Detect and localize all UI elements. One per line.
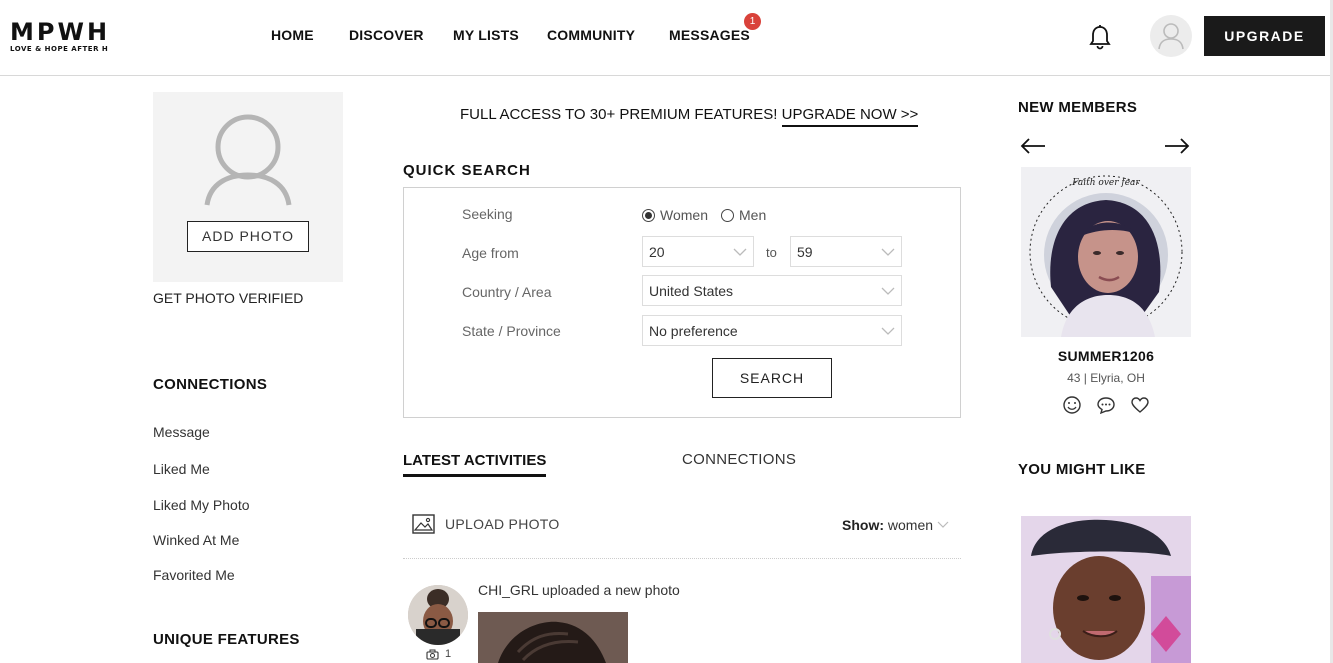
tab-latest-activities[interactable]: LATEST ACTIVITIES xyxy=(403,452,547,477)
seeking-label: Seeking xyxy=(462,206,513,222)
arrow-right-icon[interactable] xyxy=(1164,136,1190,161)
radio-men[interactable]: Men xyxy=(721,207,766,223)
nav-messages[interactable]: MESSAGES xyxy=(669,27,750,43)
search-button[interactable]: SEARCH xyxy=(712,358,832,398)
unique-features-heading: UNIQUE FEATURES xyxy=(153,631,300,648)
quick-search-heading: QUICK SEARCH xyxy=(403,162,531,179)
radio-women[interactable]: Women xyxy=(642,207,708,223)
arrow-left-icon[interactable] xyxy=(1020,136,1046,161)
quick-search-form: Seeking Women Men Age from 20 to 59 Coun… xyxy=(403,187,961,418)
logo-tagline: LOVE & HOPE AFTER H xyxy=(10,45,109,53)
age-from-select[interactable]: 20 xyxy=(642,236,754,267)
smile-icon[interactable] xyxy=(1062,395,1082,420)
radio-checked-icon xyxy=(642,208,655,222)
bell-icon[interactable] xyxy=(1088,24,1112,50)
chat-bubble-icon[interactable] xyxy=(1096,395,1116,420)
radio-men-label: Men xyxy=(739,207,767,223)
chevron-down-icon xyxy=(881,287,895,295)
nav-community[interactable]: COMMUNITY xyxy=(547,27,635,43)
chevron-down-icon xyxy=(937,521,949,528)
show-filter-dropdown[interactable]: Show: women xyxy=(842,517,949,533)
top-header: MPWH LOVE & HOPE AFTER H HOME DISCOVER M… xyxy=(0,0,1333,76)
show-value: women xyxy=(887,517,934,533)
messages-badge: 1 xyxy=(744,13,761,30)
country-select[interactable]: United States xyxy=(642,275,902,306)
chevron-down-icon xyxy=(881,327,895,335)
divider xyxy=(403,558,961,559)
tab-connections[interactable]: CONNECTIONS xyxy=(682,451,796,468)
activity-photo-count: 1 xyxy=(426,648,451,660)
logo[interactable]: MPWH LOVE & HOPE AFTER H xyxy=(10,20,110,53)
chevron-down-icon xyxy=(733,248,747,256)
state-value: No preference xyxy=(649,323,738,339)
camera-icon xyxy=(426,649,439,660)
connection-link-liked-me[interactable]: Liked Me xyxy=(153,461,210,477)
chevron-down-icon xyxy=(881,248,895,256)
nav-my-lists[interactable]: MY LISTS xyxy=(453,27,519,43)
promo-banner: FULL ACCESS TO 30+ PREMIUM FEATURES! UPG… xyxy=(460,106,919,127)
nav-home[interactable]: HOME xyxy=(271,27,314,43)
connections-heading: CONNECTIONS xyxy=(153,376,268,393)
nav-discover[interactable]: DISCOVER xyxy=(349,27,424,43)
activity-user-avatar[interactable] xyxy=(408,585,468,645)
state-label: State / Province xyxy=(462,323,561,339)
new-members-heading: NEW MEMBERS xyxy=(1018,99,1138,116)
connection-link-liked-my-photo[interactable]: Liked My Photo xyxy=(153,497,250,513)
upgrade-button[interactable]: UPGRADE xyxy=(1204,16,1325,56)
new-member-name[interactable]: SUMMER1206 xyxy=(1021,348,1191,364)
add-photo-button[interactable]: ADD PHOTO xyxy=(187,221,309,252)
age-to-value: 59 xyxy=(797,244,813,260)
member-actions xyxy=(1062,395,1150,420)
connection-link-winked-at-me[interactable]: Winked At Me xyxy=(153,532,239,548)
age-from-label: Age from xyxy=(462,245,519,261)
upload-photo-label: UPLOAD PHOTO xyxy=(445,516,560,532)
new-member-meta: 43 | Elyria, OH xyxy=(1067,371,1145,385)
promo-text: FULL ACCESS TO 30+ PREMIUM FEATURES! xyxy=(460,106,778,123)
radio-unchecked-icon xyxy=(721,208,734,222)
show-label: Show: xyxy=(842,517,884,533)
activity-photo[interactable] xyxy=(478,612,628,663)
connection-link-favorited-me[interactable]: Favorited Me xyxy=(153,567,235,583)
new-member-photo[interactable]: Faith over fear xyxy=(1021,167,1191,337)
you-might-like-heading: YOU MIGHT LIKE xyxy=(1018,461,1146,478)
photo-overlay-text: Faith over fear xyxy=(1071,178,1140,188)
age-to-select[interactable]: 59 xyxy=(790,236,902,267)
profile-photo-placeholder: ADD PHOTO xyxy=(153,92,343,282)
radio-women-label: Women xyxy=(660,207,708,223)
user-silhouette-icon xyxy=(204,114,292,206)
age-from-value: 20 xyxy=(649,244,665,260)
activity-text[interactable]: CHI_GRL uploaded a new photo xyxy=(478,582,680,598)
heart-icon[interactable] xyxy=(1130,395,1150,420)
state-select[interactable]: No preference xyxy=(642,315,902,346)
upload-photo-button[interactable]: UPLOAD PHOTO xyxy=(412,514,560,534)
image-icon xyxy=(412,514,435,534)
country-label: Country / Area xyxy=(462,284,552,300)
connection-link-message[interactable]: Message xyxy=(153,424,210,440)
user-avatar-icon[interactable] xyxy=(1150,15,1192,57)
get-photo-verified-link[interactable]: GET PHOTO VERIFIED xyxy=(153,290,303,306)
logo-text: MPWH xyxy=(10,18,111,46)
photo-count-value: 1 xyxy=(445,648,452,660)
age-to-label: to xyxy=(766,245,777,260)
suggested-member-photo[interactable] xyxy=(1021,516,1191,663)
upgrade-now-link[interactable]: UPGRADE NOW >> xyxy=(781,106,919,127)
country-value: United States xyxy=(649,283,734,299)
